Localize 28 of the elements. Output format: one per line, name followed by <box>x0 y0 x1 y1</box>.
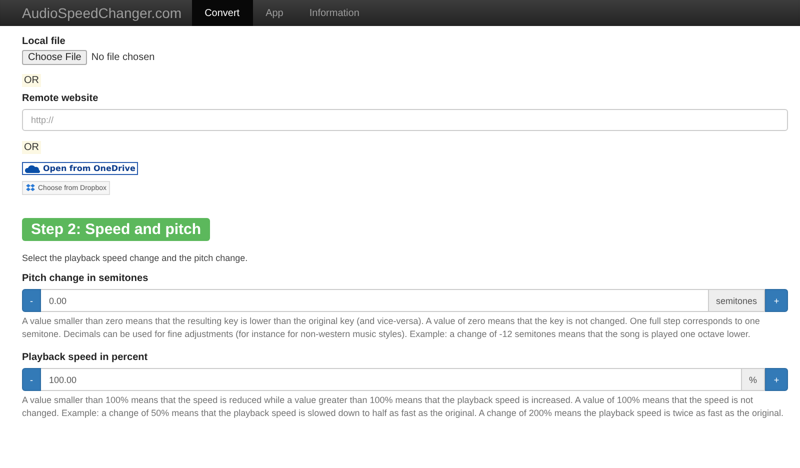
brand-title[interactable]: AudioSpeedChanger.com <box>22 0 182 26</box>
field-label: Pitch change in semitones <box>22 273 150 284</box>
choose-file-button[interactable]: Choose File <box>22 50 88 65</box>
nav-tab[interactable]: Information <box>296 0 372 26</box>
unit-label: semitones <box>708 289 765 312</box>
field-label: Local file <box>22 36 66 47</box>
file-status: No file chosen <box>91 52 155 63</box>
decrease-button[interactable]: - <box>22 289 41 312</box>
step-description: Select the playback speed change and the pitch change. <box>22 253 249 263</box>
field-label: Remote website <box>22 93 100 104</box>
help-text: A value smaller than 100% means that the speed is reduced while a value greater than 100% means that the playback speed is increased. A value of 100% means that the speed is not changed. Example: a change of 50% means that the playback speed is slowed down to half as fast as the original. A change of 200% means the playback speed is twice as fast as the original. <box>22 394 784 420</box>
increase-button[interactable]: + <box>765 289 788 312</box>
onedrive-button[interactable]: Open from OneDrive <box>22 162 138 175</box>
step-heading: Step 2: Speed and pitch <box>22 218 210 241</box>
or-text: OR <box>22 141 41 154</box>
help-text: A value smaller than zero means that the resulting key is lower than the original key (and vice-versa). A value of zero means that the key is not changed. One full step corresponds to one semitone. Decimals can be used for fine adjustments (for instance for non-western music styles). Example: a change of -12 semitones means that the song is played one octave lower. <box>22 315 761 342</box>
value-field[interactable]: 0.00 <box>41 289 709 312</box>
box-icon <box>26 184 35 192</box>
or-text: OR <box>22 74 41 87</box>
increase-button[interactable]: + <box>765 368 788 392</box>
nav-tab[interactable]: App <box>252 0 296 26</box>
value-field[interactable]: 100.00 <box>41 368 742 392</box>
unit-label: % <box>742 368 765 392</box>
url-field[interactable]: http:// <box>22 109 788 131</box>
decrease-button[interactable]: - <box>22 368 41 392</box>
cloud-icon <box>25 164 41 173</box>
nav-tab[interactable]: Convert <box>192 0 253 26</box>
field-label: Playback speed in percent <box>22 352 149 364</box>
